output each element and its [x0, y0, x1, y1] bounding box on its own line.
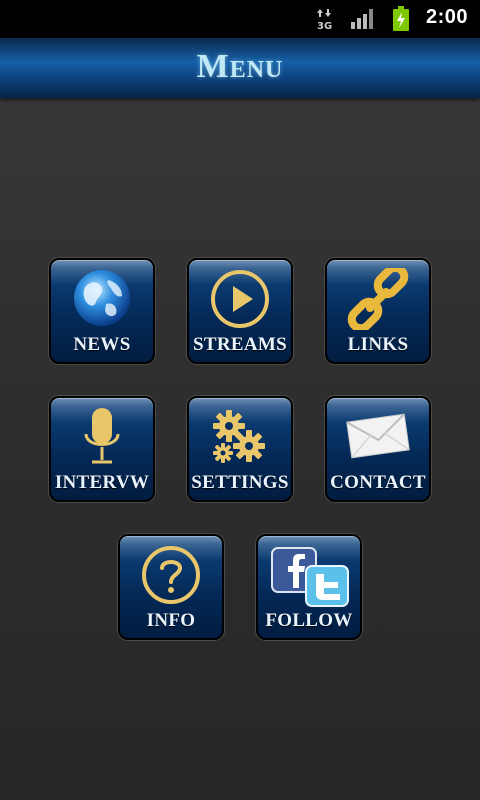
network-type: 3G — [317, 21, 332, 30]
settings-button[interactable]: SETTINGS — [187, 396, 293, 502]
play-circle-icon — [211, 270, 269, 328]
status-bar: 3G 2:00 — [0, 0, 480, 38]
battery-charging-icon — [393, 6, 409, 31]
links-button[interactable]: LINKS — [325, 258, 431, 364]
interview-button[interactable]: INTERVW — [49, 396, 155, 502]
settings-label: SETTINGS — [191, 472, 289, 493]
streams-button[interactable]: STREAMS — [187, 258, 293, 364]
news-label: NEWS — [73, 334, 131, 355]
envelope-icon — [346, 413, 410, 459]
signal-icon — [351, 9, 373, 29]
news-button[interactable]: NEWS — [49, 258, 155, 364]
interview-label: INTERVW — [54, 472, 150, 493]
chain-link-icon — [347, 268, 409, 330]
info-button[interactable]: INFO — [118, 534, 224, 640]
page-title: Menu — [196, 48, 284, 85]
links-label: LINKS — [347, 334, 409, 355]
streams-label: STREAMS — [193, 334, 287, 355]
follow-button[interactable]: FOLLOW — [256, 534, 362, 640]
info-label: INFO — [146, 610, 196, 631]
title-bar: Menu — [0, 38, 480, 98]
follow-label: FOLLOW — [265, 610, 353, 631]
question-circle-icon — [142, 546, 200, 604]
clock: 2:00 — [426, 6, 469, 28]
facebook-twitter-icon — [271, 547, 349, 607]
microphone-icon — [84, 408, 120, 464]
globe-icon — [74, 270, 130, 326]
gears-icon — [213, 410, 265, 463]
contact-label: CONTACT — [330, 472, 426, 493]
contact-button[interactable]: CONTACT — [325, 396, 431, 502]
data-arrows-icon: 3G — [317, 9, 332, 30]
